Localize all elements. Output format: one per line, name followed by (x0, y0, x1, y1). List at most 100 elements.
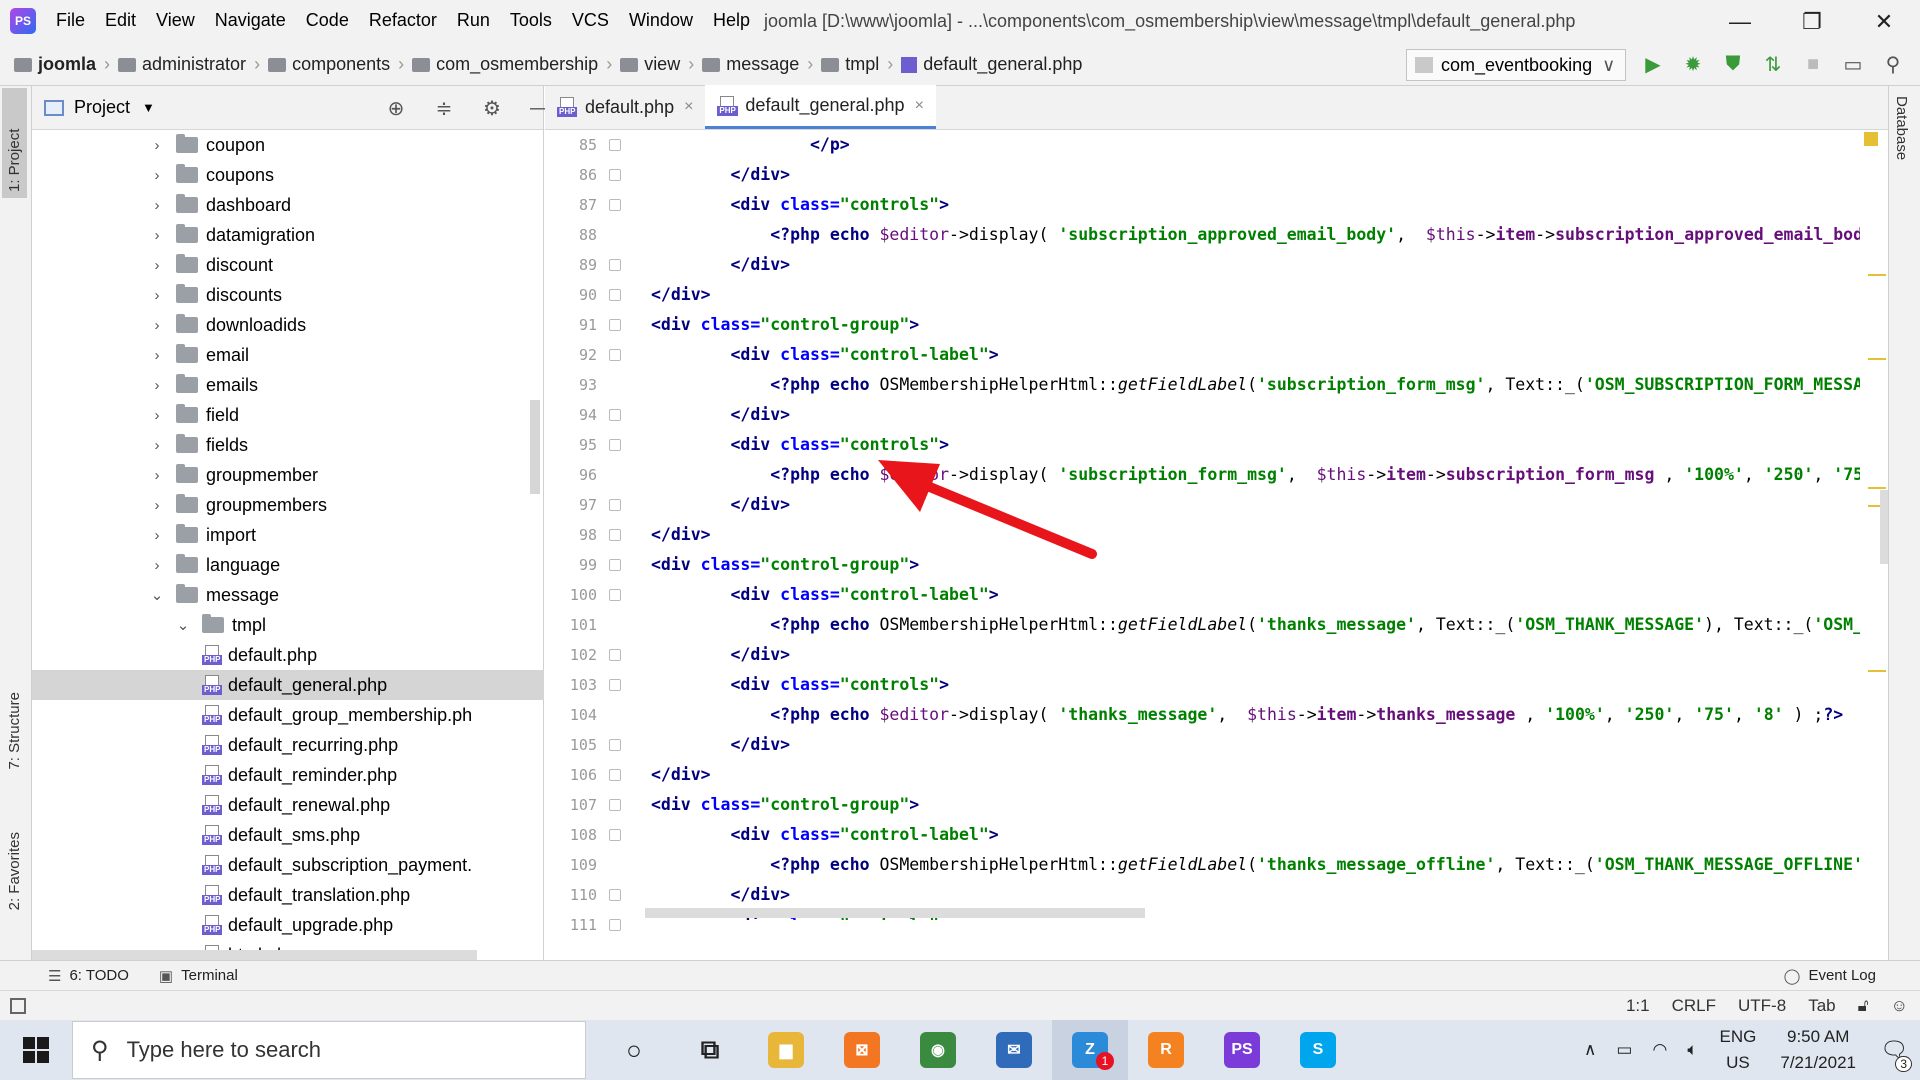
menu-window[interactable]: Window (629, 10, 693, 31)
close-icon[interactable]: × (915, 97, 924, 115)
menu-help[interactable]: Help (713, 10, 750, 31)
tree-scrollbar-thumb[interactable] (530, 400, 540, 494)
fold-marker-icon[interactable] (609, 739, 621, 751)
collapsed-arrow-icon[interactable]: › (150, 227, 164, 244)
code-line[interactable]: <div class="control-label"> (645, 580, 1860, 610)
collapsed-arrow-icon[interactable]: › (150, 497, 164, 514)
minimize-button[interactable]: — (1704, 0, 1776, 44)
menu-file[interactable]: File (56, 10, 85, 31)
taskbar-app-phpstorm[interactable]: PS (1204, 1020, 1280, 1080)
tree-item-folder[interactable]: › downloadids (32, 310, 544, 340)
error-stripe[interactable] (1860, 130, 1888, 920)
caret-position[interactable]: 1:1 (1626, 996, 1650, 1016)
code-line[interactable]: </div> (645, 730, 1860, 760)
panel-toggle-icon[interactable] (10, 997, 26, 1014)
menu-edit[interactable]: Edit (105, 10, 136, 31)
menu-tools[interactable]: Tools (510, 10, 552, 31)
code-line[interactable]: <div class="control-label"> (645, 820, 1860, 850)
taskbar-app-xampp[interactable]: ⊠ (824, 1020, 900, 1080)
tree-item-php[interactable]: PHP default_reminder.php (32, 760, 544, 790)
tree-item-folder[interactable]: › dashboard (32, 190, 544, 220)
fold-marker-icon[interactable] (609, 829, 621, 841)
taskbar-app-cortana[interactable]: ○ (596, 1020, 672, 1080)
stripe-mark[interactable] (1868, 487, 1886, 489)
collapsed-arrow-icon[interactable]: › (150, 377, 164, 394)
breadcrumb-item[interactable]: view (620, 54, 680, 75)
code-line[interactable]: </div> (645, 760, 1860, 790)
code-line[interactable]: </div> (645, 160, 1860, 190)
indent-setting[interactable]: Tab (1808, 996, 1835, 1016)
code-line[interactable]: </div> (645, 280, 1860, 310)
tree-item-folder[interactable]: › language (32, 550, 544, 580)
tree-item-php[interactable]: PHP default_sms.php (32, 820, 544, 850)
fold-marker-icon[interactable] (609, 289, 621, 301)
fold-marker-icon[interactable] (609, 409, 621, 421)
project-view-selector[interactable]: Project ▼ (44, 97, 155, 118)
fold-marker-icon[interactable] (609, 559, 621, 571)
code-line[interactable]: <div class="controls"> (645, 670, 1860, 700)
line-separator[interactable]: CRLF (1672, 996, 1716, 1016)
taskbar-app-zalo[interactable]: Z1 (1052, 1020, 1128, 1080)
stripe-mark[interactable] (1868, 358, 1886, 360)
code-line[interactable]: <?php echo OSMembershipHelperHtml::getFi… (645, 370, 1860, 400)
code-line[interactable]: <?php echo OSMembershipHelperHtml::getFi… (645, 610, 1860, 640)
tree-item-folder[interactable]: › discount (32, 250, 544, 280)
collapsed-arrow-icon[interactable]: › (150, 467, 164, 484)
breadcrumb-item[interactable]: com_osmembership (412, 54, 598, 75)
profile-icon[interactable]: ⇅ (1760, 50, 1786, 78)
breadcrumb-item[interactable]: tmpl (821, 54, 879, 75)
event-log-tool-tab[interactable]: ◯ Event Log (1784, 967, 1876, 985)
taskbar-app-thunderbird[interactable]: ✉ (976, 1020, 1052, 1080)
tree-item-folder[interactable]: ⌄ message (32, 580, 544, 610)
tree-item-php[interactable]: PHP default_renewal.php (32, 790, 544, 820)
collapsed-arrow-icon[interactable]: › (150, 197, 164, 214)
coverage-icon[interactable]: ⛊ (1720, 50, 1746, 78)
code-line[interactable]: </div> (645, 640, 1860, 670)
start-button[interactable] (0, 1020, 72, 1080)
fold-marker-icon[interactable] (609, 199, 621, 211)
breadcrumb-item[interactable]: default_general.php (901, 54, 1082, 75)
breadcrumb-item[interactable]: joomla (14, 54, 96, 75)
stripe-mark[interactable] (1868, 274, 1886, 276)
breadcrumb-item[interactable]: components (268, 54, 390, 75)
code-line[interactable]: <div class="control-group"> (645, 550, 1860, 580)
taskbar-app-skype[interactable]: S (1280, 1020, 1356, 1080)
menu-vcs[interactable]: VCS (572, 10, 609, 31)
menu-refactor[interactable]: Refactor (369, 10, 437, 31)
editor-tab[interactable]: PHP default.php × (545, 85, 705, 129)
breadcrumb-item[interactable]: message (702, 54, 799, 75)
code-line[interactable]: <div class="control-group"> (645, 790, 1860, 820)
todo-tool-tab[interactable]: ☰ 6: TODO (48, 967, 129, 985)
code-line[interactable]: </div> (645, 250, 1860, 280)
tree-item-php[interactable]: PHP default_recurring.php (32, 730, 544, 760)
file-encoding[interactable]: UTF-8 (1738, 996, 1786, 1016)
run-configuration-select[interactable]: com_eventbooking ∨ (1406, 49, 1626, 81)
fold-marker-icon[interactable] (609, 319, 621, 331)
fold-marker-icon[interactable] (609, 649, 621, 661)
collapsed-arrow-icon[interactable]: › (150, 347, 164, 364)
clock[interactable]: 9:50 AM 7/21/2021 (1780, 1024, 1856, 1076)
taskbar-app-file-explorer[interactable]: ▆ (748, 1020, 824, 1080)
horizontal-scrollbar[interactable] (645, 908, 1145, 918)
menu-run[interactable]: Run (457, 10, 490, 31)
taskbar-search-box[interactable]: ⚲ Type here to search (72, 1021, 586, 1079)
project-tool-tab[interactable]: 1: Project (2, 88, 27, 198)
tree-item-folder[interactable]: › fields (32, 430, 544, 460)
volume-icon[interactable]: 🔈︎ (1687, 1040, 1697, 1060)
tree-item-folder[interactable]: ⌄ tmpl (32, 610, 544, 640)
fold-marker-icon[interactable] (609, 259, 621, 271)
taskbar-app-chrome[interactable]: ◉ (900, 1020, 976, 1080)
tree-item-php[interactable]: PHP default_upgrade.php (32, 910, 544, 940)
fold-marker-icon[interactable] (609, 589, 621, 601)
code-line[interactable]: </div> (645, 400, 1860, 430)
locate-icon[interactable]: ⊕ (382, 94, 410, 122)
structure-tool-tab[interactable]: 7: Structure (2, 686, 27, 776)
tree-item-folder[interactable]: › coupons (32, 160, 544, 190)
collapsed-arrow-icon[interactable]: › (150, 317, 164, 334)
fold-marker-icon[interactable] (609, 769, 621, 781)
fold-marker-icon[interactable] (609, 349, 621, 361)
lock-icon[interactable]: 🔓︎ (1858, 996, 1869, 1016)
collapsed-arrow-icon[interactable]: › (150, 437, 164, 454)
favorites-tool-tab[interactable]: 2: Favorites (2, 826, 27, 916)
code-line[interactable]: <div class="control-group"> (645, 310, 1860, 340)
